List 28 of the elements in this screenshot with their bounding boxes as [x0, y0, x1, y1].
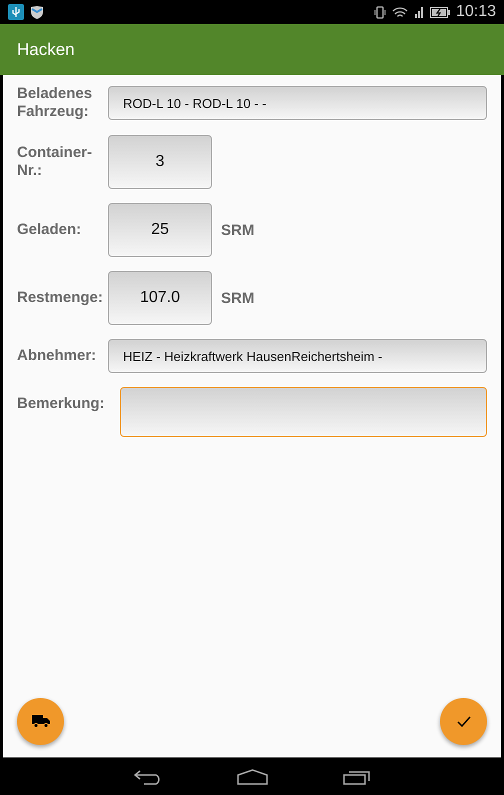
- clock-time: 10:13: [456, 3, 496, 21]
- wifi-icon: [392, 6, 408, 18]
- input-field[interactable]: 25: [108, 203, 212, 257]
- vibrate-icon: [374, 6, 386, 18]
- field-label: Bemerkung:: [17, 395, 106, 413]
- unit-label: SRM: [221, 222, 254, 238]
- battery-icon: [430, 6, 450, 18]
- unit-label: SRM: [221, 290, 254, 306]
- input-field[interactable]: 3: [108, 135, 212, 189]
- shield-icon: [30, 4, 44, 20]
- input-field[interactable]: ROD-L 10 - ROD-L 10 - -: [108, 86, 487, 120]
- field-label: Geladen:: [17, 221, 82, 239]
- field-label: Restmenge:: [17, 289, 104, 307]
- recent-apps-icon[interactable]: [342, 768, 370, 784]
- truck-icon: [32, 715, 50, 728]
- home-icon[interactable]: [236, 768, 268, 784]
- field-label: Beladenes Fahrzeug:: [17, 85, 94, 121]
- field-label: Container-Nr.:: [17, 144, 93, 180]
- signal-icon: [414, 6, 424, 18]
- input-field[interactable]: HEIZ - Heizkraftwerk HausenReichertsheim -: [108, 339, 487, 373]
- back-icon[interactable]: [134, 768, 162, 784]
- app-title: Hacken: [17, 40, 75, 60]
- input-field[interactable]: 107.0: [108, 271, 212, 325]
- input-field[interactable]: [120, 387, 487, 437]
- usb-icon: [8, 4, 24, 20]
- truck-button[interactable]: [17, 698, 64, 745]
- field-label: Abnehmer:: [17, 347, 98, 365]
- checkmark-icon: [456, 716, 470, 727]
